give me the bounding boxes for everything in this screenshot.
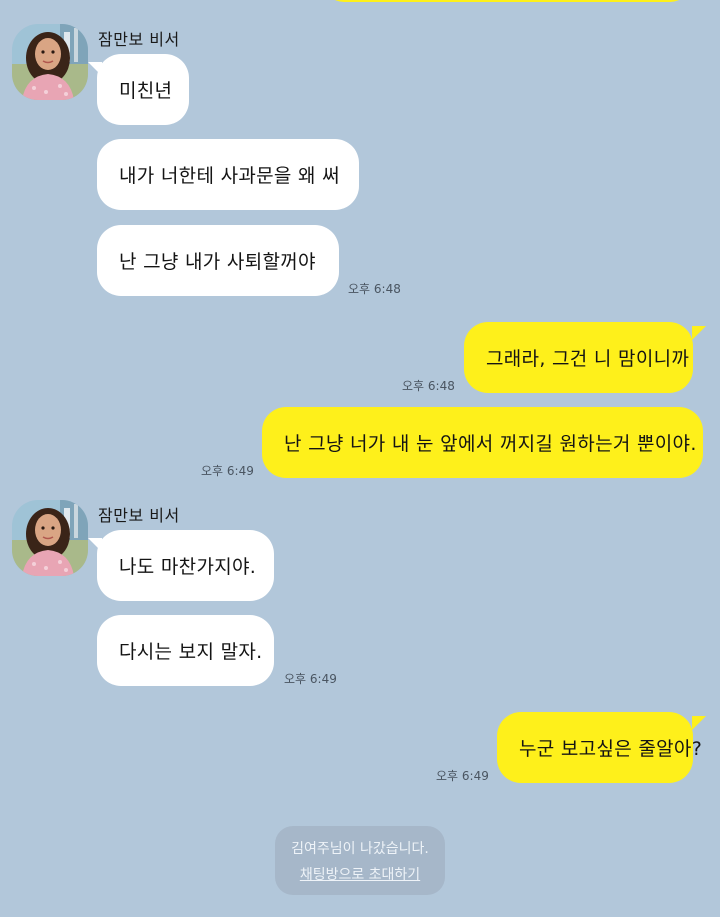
system-notice: 김여주님이 나갔습니다. 채팅방으로 초대하기 bbox=[275, 826, 445, 895]
avatar[interactable] bbox=[12, 24, 88, 100]
message-text: 난 그냥 내가 사퇴할꺼야 bbox=[119, 251, 316, 273]
message-text: 미친년 bbox=[119, 80, 173, 102]
message-timestamp: 오후 6:49 bbox=[284, 672, 337, 686]
message-text: 나도 마찬가지야. bbox=[119, 556, 257, 578]
message-bubble[interactable]: 다시는 보지 말자. bbox=[97, 615, 274, 686]
message-bubble[interactable]: 내가 너한테 사과문을 왜 써 bbox=[97, 139, 359, 210]
message-bubble[interactable]: 난 그냥 내가 사퇴할꺼야 bbox=[97, 225, 339, 296]
message-timestamp: 오후 6:49 bbox=[436, 769, 489, 783]
message-timestamp: 오후 6:49 bbox=[201, 464, 254, 478]
message-bubble[interactable]: 그래라, 그건 니 맘이니까 bbox=[464, 322, 693, 393]
avatar[interactable] bbox=[12, 500, 88, 576]
message-bubble[interactable]: 미친년 bbox=[97, 54, 189, 125]
message-text: 난 그냥 너가 내 눈 앞에서 꺼지길 원하는거 뿐이야. bbox=[284, 433, 697, 455]
message-text: 그래라, 그건 니 맘이니까 bbox=[486, 348, 690, 370]
message-text: 내가 너한테 사과문을 왜 써 bbox=[119, 165, 340, 187]
message-bubble[interactable]: 나도 마찬가지야. bbox=[97, 530, 274, 601]
profile-photo-icon bbox=[12, 24, 88, 100]
message-timestamp: 오후 6:48 bbox=[402, 379, 455, 393]
profile-photo-icon bbox=[12, 500, 88, 576]
bubble-tail bbox=[692, 716, 706, 730]
sender-name: 잠만보 비서 bbox=[98, 506, 180, 525]
message-timestamp: 오후 6:48 bbox=[348, 282, 401, 296]
message-text: 다시는 보지 말자. bbox=[119, 641, 263, 663]
message-bubble[interactable]: 난 그냥 너가 내 눈 앞에서 꺼지길 원하는거 뿐이야. bbox=[262, 407, 703, 478]
previous-outgoing-bubble bbox=[323, 0, 691, 2]
message-text: 누군 보고싶은 줄알아? bbox=[519, 738, 703, 760]
bubble-tail bbox=[692, 326, 706, 340]
sender-name: 잠만보 비서 bbox=[98, 30, 180, 49]
user-left-text: 김여주님이 나갔습니다. bbox=[291, 840, 429, 857]
message-bubble[interactable]: 누군 보고싶은 줄알아? bbox=[497, 712, 702, 783]
invite-to-chat-link[interactable]: 채팅방으로 초대하기 bbox=[300, 864, 420, 884]
